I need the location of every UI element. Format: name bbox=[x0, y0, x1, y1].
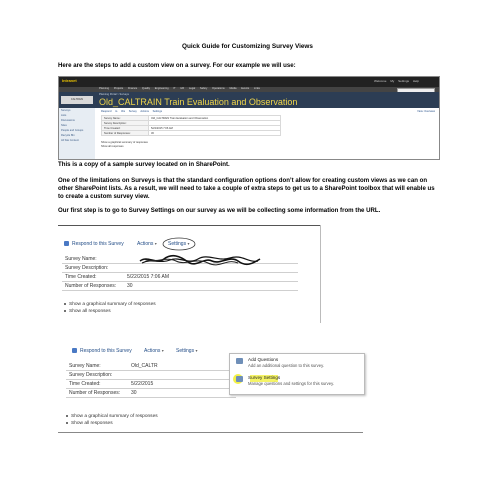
limitations-paragraph: One of the limitations on Surveys is tha… bbox=[58, 177, 435, 200]
bullet-icon bbox=[66, 421, 68, 424]
top-tools[interactable]: Welcome My Settings Help bbox=[374, 79, 419, 83]
table-row: Number of Responses: 30 bbox=[62, 281, 298, 291]
settings-circle-annotation bbox=[162, 237, 196, 251]
all-responses-link[interactable]: Show all responses bbox=[66, 420, 158, 427]
chevron-down-icon: ▾ bbox=[161, 348, 164, 353]
respond-icon bbox=[72, 348, 77, 354]
response-links: Show a graphical summary of responses Sh… bbox=[66, 413, 158, 427]
table-row: Survey Description: bbox=[66, 370, 236, 380]
respond-icon bbox=[64, 241, 69, 247]
actions-menu[interactable]: Actions ▾ bbox=[137, 239, 157, 249]
bullet-icon bbox=[64, 309, 66, 312]
intro-paragraph: Here are the steps to add a custom view … bbox=[58, 62, 296, 69]
chevron-down-icon: ▾ bbox=[195, 348, 198, 353]
breadcrumb[interactable]: Planning Portal > Surveys bbox=[99, 93, 129, 96]
quick-launch: Surveys Lists Discussions Sites People a… bbox=[59, 108, 95, 159]
survey-title: Old_CALTRAIN Train Evaluation and Observ… bbox=[99, 97, 298, 107]
response-links: Show a graphical summary of responses Sh… bbox=[101, 141, 148, 148]
survey-settings-screenshot: Respond to this Survey Actions ▾ Setting… bbox=[58, 225, 321, 323]
quick-launch-item[interactable]: All Site Content bbox=[59, 138, 95, 143]
table-row: Time Created: 5/22/2015 7:06 AM bbox=[62, 272, 298, 282]
table-row: Survey Name: Old_CALTR bbox=[66, 362, 236, 371]
table-row: Time Created: 5/22/2015 bbox=[66, 379, 236, 389]
redaction-scribble bbox=[139, 254, 261, 266]
graphical-summary-link[interactable]: Show a graphical summary of responses bbox=[64, 301, 156, 308]
site-badge: CALTRAIN bbox=[61, 96, 93, 104]
all-responses-link[interactable]: Show all responses bbox=[64, 308, 156, 315]
view-selector[interactable]: View: Overview bbox=[417, 110, 435, 113]
settings-menu[interactable]: Settings ▾ bbox=[176, 346, 197, 356]
table-row: Number of Responses: 30 bbox=[101, 130, 281, 136]
survey-page-screenshot: Intranet Welcome My Settings Help Planni… bbox=[58, 76, 440, 160]
survey-info-table: Survey Name: Old_CALTRAIN Train Evaluatio… bbox=[101, 115, 281, 136]
document-title: Quick Guide for Customizing Survey Views bbox=[182, 43, 313, 50]
table-row: Number of Responses: 30 bbox=[66, 388, 236, 398]
survey-info-table: Survey Name: Old_CALTR Survey Description… bbox=[66, 362, 236, 398]
add-questions-icon bbox=[236, 358, 243, 364]
survey-settings-item[interactable]: Survey Settings bbox=[248, 375, 280, 380]
add-questions-item[interactable]: Add Questions bbox=[248, 357, 278, 362]
copy-note: This is a copy of a sample survey locate… bbox=[58, 161, 230, 168]
first-step-paragraph: Our first step is to go to Survey Settin… bbox=[58, 207, 381, 214]
all-responses-link[interactable]: Show all responses bbox=[101, 145, 148, 149]
respond-button[interactable]: Respond to this Survey bbox=[64, 239, 124, 249]
response-links: Show a graphical summary of responses Sh… bbox=[64, 301, 156, 315]
global-nav-items[interactable]: Planning Projects Finance Quality Engine… bbox=[99, 87, 260, 90]
chevron-down-icon: ▾ bbox=[154, 241, 157, 246]
survey-settings-icon bbox=[236, 376, 243, 382]
respond-button[interactable]: Respond to this Survey bbox=[72, 346, 132, 356]
survey-toolbar[interactable]: Respond to this Survey Actions Settings bbox=[101, 110, 162, 113]
survey-settings-description: Manage questions and settings for this s… bbox=[248, 381, 335, 386]
settings-dropdown: Add Questions Add an additional question… bbox=[229, 353, 365, 395]
bullet-icon bbox=[66, 414, 68, 417]
graphical-summary-link[interactable]: Show a graphical summary of responses bbox=[66, 413, 158, 420]
bullet-icon bbox=[64, 302, 66, 305]
add-questions-description: Add an additional question to this surve… bbox=[248, 363, 325, 368]
settings-menu-screenshot: Respond to this Survey Actions ▾ Setting… bbox=[58, 343, 365, 435]
site-logo: Intranet bbox=[62, 78, 77, 83]
actions-menu[interactable]: Actions ▾ bbox=[144, 346, 164, 356]
